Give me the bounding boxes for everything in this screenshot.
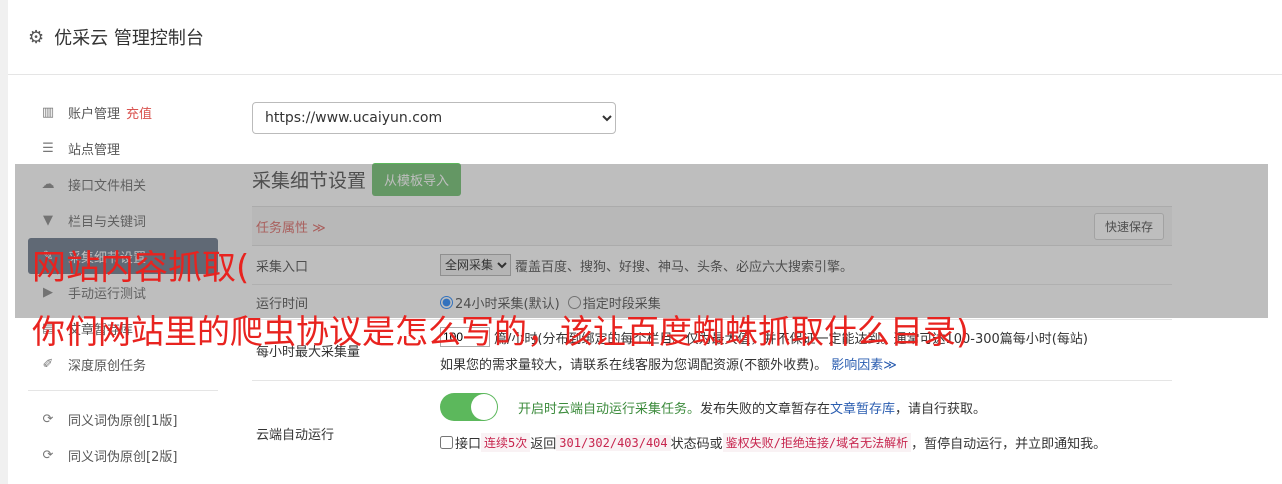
sidebar-item-label: 深度原创任务 bbox=[68, 358, 147, 374]
pause-on-error-checkbox[interactable] bbox=[440, 436, 453, 449]
factors-link[interactable]: 影响因素≫ bbox=[831, 358, 897, 373]
cloud-on-text: 开启时云端自动运行采集任务。 bbox=[518, 401, 701, 417]
refresh-icon: ⟳ bbox=[42, 411, 54, 427]
cloud-auto-toggle[interactable] bbox=[440, 393, 498, 421]
check-text-c: 状态码或 bbox=[670, 437, 723, 452]
code-status: 301/302/403/404 bbox=[556, 434, 671, 451]
code-errors: 鉴权失败/拒绝连接/域名无法解析 bbox=[722, 433, 912, 452]
sidebar-item-label: 账户管理 bbox=[68, 106, 121, 122]
sidebar-item-synonym-v2[interactable]: ⟳ 同义词伪原创[2版] bbox=[28, 437, 218, 473]
sidebar-item-label: 同义词伪原创[1版] bbox=[68, 413, 178, 429]
check-text-a: 接口 bbox=[455, 437, 482, 452]
article-store-link[interactable]: 文章暂存库 bbox=[830, 398, 895, 417]
refresh-icon: ⟳ bbox=[42, 447, 54, 463]
check-text-d: ，暂停自动运行，并立即通知我。 bbox=[911, 437, 1107, 452]
watermark-overlay bbox=[15, 164, 1268, 318]
bar-chart-icon: ▥ bbox=[41, 104, 55, 120]
sidebar-item-label: 站点管理 bbox=[68, 142, 121, 158]
cloud-desc-a: 发布失败的文章暂存在 bbox=[700, 401, 831, 417]
overlay-headline-1: 网站内容抓取( bbox=[32, 248, 250, 288]
site-url-select[interactable]: https://www.ucaiyun.com bbox=[252, 102, 616, 134]
sidebar-divider bbox=[28, 390, 218, 391]
page-title: 优采云 管理控制台 bbox=[54, 28, 204, 49]
server-icon: ☰ bbox=[42, 140, 54, 156]
overlay-headline-2: 你们网站里的爬虫协议是怎么写的，该让百度蜘蛛抓取什么目录) bbox=[32, 312, 969, 351]
sidebar-item-synonym-v1[interactable]: ⟳ 同义词伪原创[1版] bbox=[28, 401, 218, 437]
cloud-label: 云端自动运行 bbox=[256, 427, 335, 443]
cloud-desc-b: ，请自行获取。 bbox=[895, 401, 987, 417]
sidebar-item-account[interactable]: ▥ 账户管理 充值 bbox=[28, 94, 218, 130]
sidebar-item-label: 同义词伪原创[2版] bbox=[68, 449, 178, 465]
toggle-knob bbox=[471, 394, 497, 420]
gear-icon: ⚙ bbox=[28, 26, 45, 48]
sidebar-item-sites[interactable]: ☰ 站点管理 bbox=[28, 130, 218, 166]
row-cloud-auto: 云端自动运行 开启时云端自动运行采集任务。 发布失败的文章暂存在 文章暂存库 ，… bbox=[252, 381, 1172, 467]
code-consecutive: 连续5次 bbox=[481, 433, 531, 452]
edit-icon: ✐ bbox=[42, 356, 54, 372]
check-text-b: 返回 bbox=[530, 437, 557, 452]
max-contact-text: 如果您的需求量较大，请联系在线客服为您调配资源(不额外收费)。 bbox=[440, 358, 828, 373]
page-header: ⚙ 优采云 管理控制台 bbox=[8, 0, 1282, 75]
recharge-link[interactable]: 充值 bbox=[126, 103, 152, 122]
